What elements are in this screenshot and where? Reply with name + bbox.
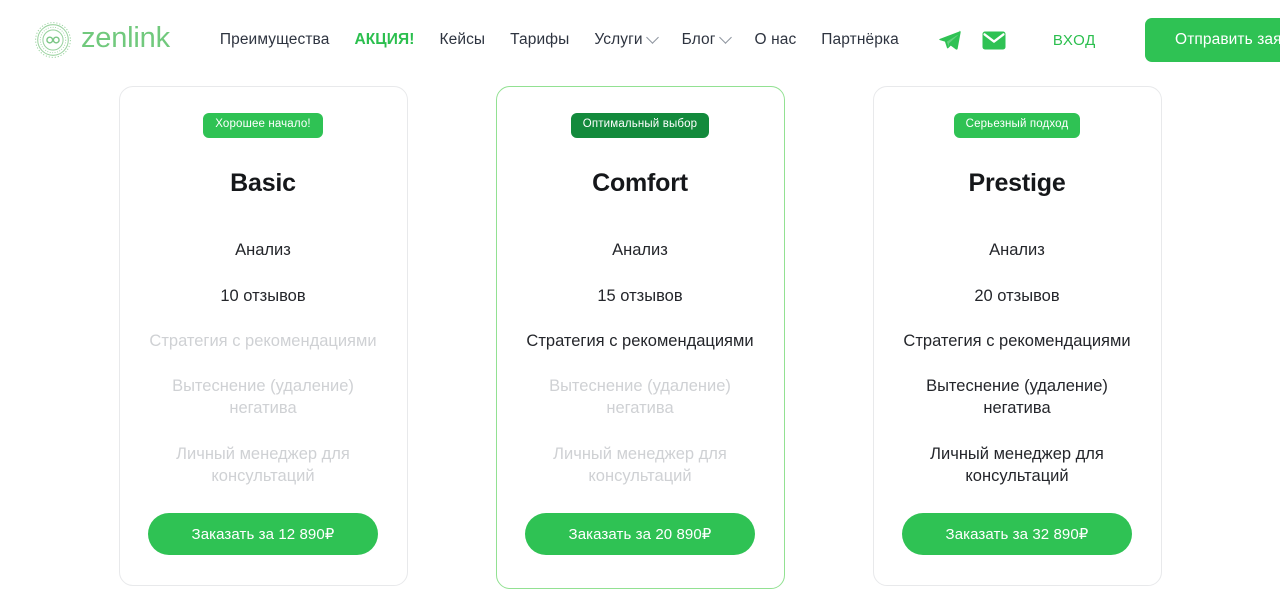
pricing-card-prestige: Серьезный подход Prestige Анализ 20 отзы…: [872, 86, 1162, 587]
feature-item: Вытеснение (удаление) негатива: [172, 377, 354, 418]
plan-badge: Серьезный подход: [953, 113, 1081, 138]
nav-item-akciya[interactable]: АКЦИЯ!: [354, 31, 414, 49]
nav-label: Кейсы: [439, 31, 486, 48]
login-link[interactable]: ВХОД: [1053, 32, 1096, 49]
order-button[interactable]: Заказать за 12 890₽: [148, 513, 378, 556]
feature-item: Вытеснение (удаление) негатива: [549, 377, 731, 418]
feature-list: Анализ 20 отзывов Стратегия с рекомендац…: [894, 239, 1141, 487]
feature-item: Анализ: [612, 241, 668, 260]
nav-item-blog[interactable]: Блог: [681, 30, 732, 49]
nav-item-uslugi[interactable]: Услуги: [594, 30, 659, 49]
feature-item: Анализ: [235, 241, 291, 260]
email-icon[interactable]: [982, 31, 1006, 50]
feature-list: Анализ 15 отзывов Стратегия с рекомендац…: [517, 239, 764, 487]
telegram-icon[interactable]: [938, 28, 962, 52]
send-request-button[interactable]: Отправить заявку: [1145, 18, 1280, 62]
chevron-down-icon: [645, 30, 659, 44]
nav-item-preimushchestva[interactable]: Преимущества: [220, 31, 330, 49]
main-navigation: Преимущества АКЦИЯ! Кейсы Тарифы Услуги …: [220, 18, 1280, 62]
nav-label: Преимущества: [219, 31, 330, 48]
feature-item: Стратегия с рекомендациями: [149, 331, 377, 350]
feature-item: Стратегия с рекомендациями: [526, 331, 754, 350]
nav-label: АКЦИЯ!: [354, 31, 415, 48]
nav-item-o-nas[interactable]: О нас: [755, 31, 797, 49]
plan-badge: Оптимальный выбор: [570, 113, 710, 138]
site-header: zenlink Преимущества АКЦИЯ! Кейсы Тарифы…: [0, 0, 1280, 80]
chevron-down-icon: [718, 30, 732, 44]
nav-label: О нас: [754, 31, 797, 48]
plan-title: Comfort: [592, 168, 688, 197]
feature-item: 15 отзывов: [597, 286, 683, 305]
order-button[interactable]: Заказать за 20 890₽: [525, 513, 755, 556]
pricing-card-comfort: Оптимальный выбор Comfort Анализ 15 отзы…: [495, 86, 785, 590]
nav-item-tarify[interactable]: Тарифы: [510, 31, 569, 49]
feature-item: Вытеснение (удаление) негатива: [926, 377, 1108, 418]
pricing-card-basic: Хорошее начало! Basic Анализ 10 отзывов …: [118, 86, 408, 587]
nav-label: Партнёрка: [821, 31, 899, 48]
social-links: [938, 28, 1006, 52]
brand-name: zenlink: [81, 22, 170, 54]
feature-item: Личный менеджер для консультаций: [553, 444, 727, 485]
nav-item-keysy[interactable]: Кейсы: [439, 31, 485, 49]
nav-item-partnerka[interactable]: Партнёрка: [821, 31, 899, 49]
plan-title: Prestige: [968, 168, 1066, 197]
plan-badge: Хорошее начало!: [203, 113, 323, 138]
plan-title: Basic: [230, 168, 296, 197]
nav-label: Услуги: [594, 31, 643, 48]
feature-item: 20 отзывов: [974, 286, 1060, 305]
pricing-section: Хорошее начало! Basic Анализ 10 отзывов …: [0, 80, 1280, 590]
feature-item: Стратегия с рекомендациями: [903, 331, 1131, 350]
zenlink-infinity-badge-icon: [35, 22, 71, 58]
nav-label: Тарифы: [510, 31, 570, 48]
feature-list: Анализ 10 отзывов Стратегия с рекомендац…: [140, 239, 387, 487]
feature-item: Анализ: [989, 241, 1045, 260]
nav-label: Блог: [681, 31, 716, 48]
feature-item: Личный менеджер для консультаций: [930, 444, 1104, 485]
feature-item: 10 отзывов: [220, 286, 306, 305]
brand-logo[interactable]: zenlink: [34, 21, 170, 59]
feature-item: Личный менеджер для консультаций: [176, 444, 350, 485]
order-button[interactable]: Заказать за 32 890₽: [902, 513, 1132, 556]
